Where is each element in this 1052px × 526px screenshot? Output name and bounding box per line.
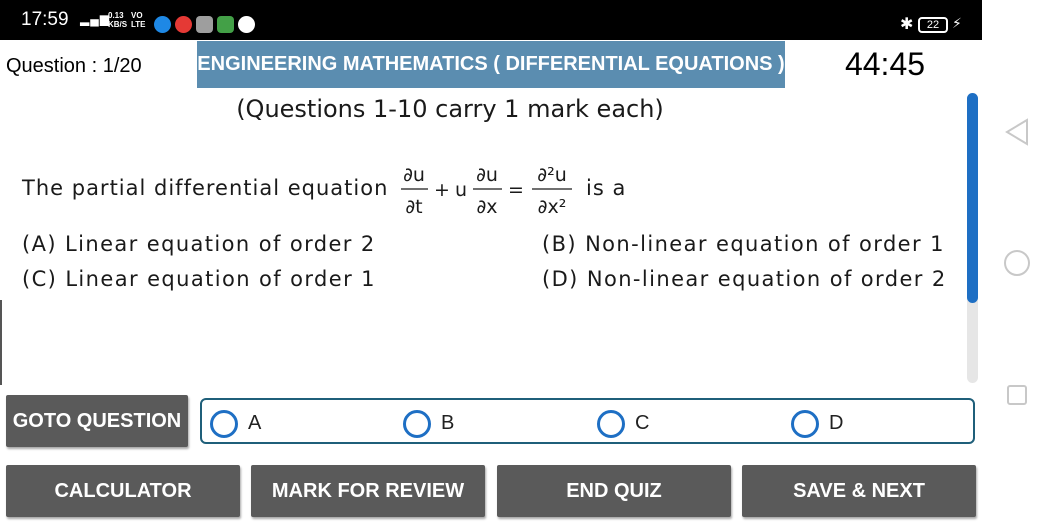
status-time: 17:59	[21, 9, 69, 30]
end-quiz-button[interactable]: END QUIZ	[497, 465, 731, 517]
quiz-timer: 44:45	[844, 46, 926, 82]
radio-a[interactable]	[210, 410, 238, 438]
option-d-text: Non-linear equation of order 2	[586, 267, 947, 291]
eq-term1-denominator: ∂t	[405, 196, 422, 218]
app-notification-icon	[154, 16, 171, 33]
google-icon	[238, 16, 255, 33]
message-icon	[217, 16, 234, 33]
option-a-text: Linear equation of order 2	[65, 232, 376, 256]
recent-apps-icon[interactable]	[1007, 385, 1027, 405]
option-a-label: (A)	[22, 232, 57, 256]
scrollbar[interactable]	[967, 93, 978, 383]
question-instructions: (Questions 1-10 carry 1 mark each)	[236, 95, 664, 123]
charging-icon: ⚡	[952, 15, 962, 31]
option-b: (B) Non-linear equation of order 1	[542, 232, 945, 256]
radio-c-label: C	[635, 412, 650, 434]
goto-question-button[interactable]: GOTO QUESTION	[6, 395, 188, 447]
eq-term3-numerator: ∂²u	[537, 164, 566, 186]
gallery-icon	[196, 16, 213, 33]
option-a: (A) Linear equation of order 2	[22, 232, 376, 256]
radio-a-label: A	[248, 412, 262, 434]
scrollbar-thumb[interactable]	[967, 93, 978, 303]
option-b-label: (B)	[542, 232, 577, 256]
equation: ∂u ∂t + u ∂u ∂x = ∂²u ∂x²	[401, 164, 572, 218]
option-d-label: (D)	[542, 267, 579, 291]
volte-icon: VO LTE	[131, 11, 146, 29]
chrome-icon	[175, 16, 192, 33]
radio-c[interactable]	[597, 410, 625, 438]
divider	[0, 300, 2, 385]
eq-term1-numerator: ∂u	[403, 164, 425, 186]
radio-b[interactable]	[403, 410, 431, 438]
question-counter: Question : 1/20	[6, 55, 142, 77]
eq-u: u	[455, 179, 467, 201]
radio-b-label: B	[441, 412, 455, 434]
radio-d[interactable]	[791, 410, 819, 438]
option-b-text: Non-linear equation of order 1	[585, 232, 945, 256]
question-stem: The partial differential equation	[22, 176, 389, 200]
status-bar: 17:59 ▂▄▆ 0.13 KB/S VO LTE ✱ 22 ⚡	[0, 0, 982, 40]
option-c-text: Linear equation of order 1	[65, 267, 376, 291]
radio-d-label: D	[829, 412, 844, 434]
save-next-button[interactable]: SAVE & NEXT	[742, 465, 976, 517]
option-c: (C) Linear equation of order 1	[22, 267, 376, 291]
option-c-label: (C)	[22, 267, 58, 291]
subject-title: ENGINEERING MATHEMATICS ( DIFFERENTIAL E…	[197, 41, 785, 88]
mark-for-review-button[interactable]: MARK FOR REVIEW	[251, 465, 485, 517]
eq-equals: =	[508, 179, 524, 201]
question-stem-suffix: is a	[586, 176, 627, 200]
answer-choices: A B C D	[200, 398, 975, 444]
battery-icon: 22	[918, 17, 948, 33]
eq-term2-numerator: ∂u	[476, 164, 498, 186]
back-icon[interactable]	[1004, 118, 1030, 146]
signal-icon: ▂▄▆	[80, 12, 110, 26]
eq-term3-denominator: ∂x²	[538, 196, 567, 218]
calculator-button[interactable]: CALCULATOR	[6, 465, 240, 517]
eq-term2-denominator: ∂x	[476, 196, 497, 218]
home-icon[interactable]	[1004, 250, 1030, 276]
option-d: (D) Non-linear equation of order 2	[542, 267, 947, 291]
eq-plus: +	[434, 179, 450, 201]
bluetooth-icon: ✱	[900, 16, 914, 33]
network-speed: 0.13 KB/S	[108, 11, 128, 29]
